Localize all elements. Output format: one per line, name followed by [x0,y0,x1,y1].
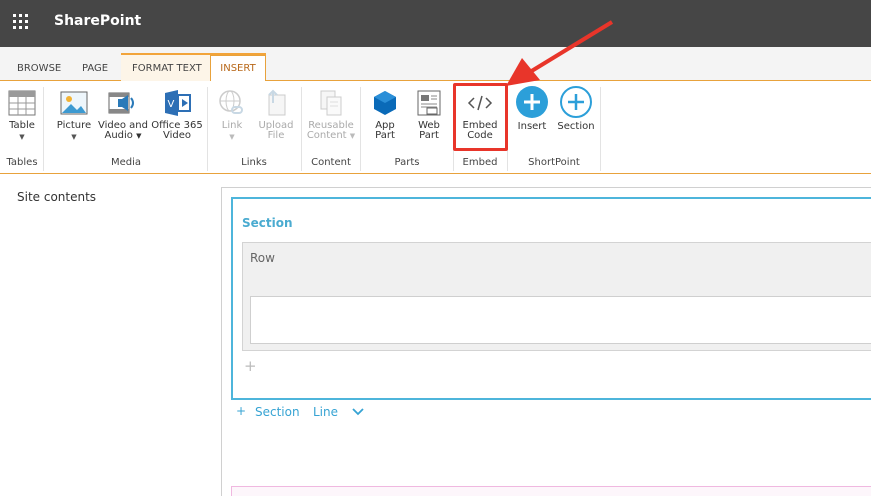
section-title: Section [242,216,293,230]
table-button[interactable]: Table ▼ [6,89,38,142]
chevron-down-icon: ▼ [19,133,25,141]
link-label: Link [221,120,243,131]
add-line-link[interactable]: Line [313,405,338,419]
shortpoint-column-dropzone[interactable] [250,296,871,344]
chevron-down-icon: ▼ [71,133,77,141]
group-label-content: Content [311,157,351,168]
group-label-parts: Parts [394,157,420,168]
add-section-link[interactable]: Section [255,405,300,419]
app-part-button[interactable]: App Part [368,89,402,141]
video-audio-button[interactable]: Video and Audio ▼ [97,89,149,141]
video-audio-icon [108,92,134,114]
embed-code-highlight [453,83,508,151]
add-row-plus-icon[interactable]: + [244,357,257,375]
reusable-content-label-2: Content ▼ [306,131,356,141]
tab-page[interactable]: PAGE [82,61,108,81]
link-button[interactable]: Link ▼ [214,89,250,142]
ribbon-tab-row: BROWSE PAGE FORMAT TEXT [0,47,871,81]
picture-icon [60,91,88,115]
tab-browse[interactable]: BROWSE [17,61,61,81]
shortpoint-section-label: Section [557,121,595,132]
table-icon [8,90,36,116]
upload-file-label-2: File [267,130,285,141]
tab-format-text[interactable]: FORMAT TEXT [132,61,202,81]
web-part-label-2: Part [419,130,439,141]
group-divider [600,87,601,171]
next-section-edge [231,486,871,496]
tab-insert[interactable]: INSERT [210,55,266,82]
chevron-down-icon: ▼ [229,133,235,141]
shortpoint-insert-label: Insert [517,121,547,132]
chevron-down-icon: ▼ [349,132,356,140]
video-audio-label-2-text: Audio [104,130,133,141]
web-part-button[interactable]: Web Part [412,89,446,141]
plus-circle-filled-icon [516,86,548,118]
shortpoint-section-button[interactable]: Section [556,86,596,132]
upload-file-icon [268,89,286,116]
reusable-content-label-2-text: Content [306,130,347,141]
link-icon [219,90,243,114]
site-contents-link[interactable]: Site contents [17,190,96,204]
svg-text:V: V [168,99,175,110]
chevron-down-icon: ▼ [136,132,142,140]
picture-label: Picture [56,120,92,131]
group-label-tables: Tables [6,157,38,168]
picture-button[interactable]: Picture ▼ [54,89,94,142]
ribbon: Table ▼ Tables Picture ▼ Video and Audio… [0,81,871,174]
reusable-content-button[interactable]: Reusable Content ▼ [306,89,356,141]
group-label-embed: Embed [462,157,498,168]
shortpoint-insert-button[interactable]: Insert [514,86,550,132]
group-label-media: Media [110,157,142,168]
table-label: Table [9,120,35,131]
group-divider [43,87,44,171]
app-part-label-2: Part [375,130,395,141]
web-part-icon [417,90,441,116]
annotation-arrow-icon [506,20,614,86]
office365-video-label-2: Video [162,130,192,141]
reusable-content-icon [320,90,342,116]
add-section-plus-icon[interactable]: + [236,404,246,418]
group-label-links: Links [241,157,267,168]
plus-circle-outline-icon [560,86,592,118]
app-title[interactable]: SharePoint [54,13,141,29]
office365-video-icon: V [165,90,191,116]
row-title: Row [250,251,275,265]
app-part-icon [374,91,396,115]
suite-bar: SharePoint [0,0,871,47]
video-audio-label-2: Audio ▼ [97,131,149,141]
upload-file-button[interactable]: Upload File [256,89,296,141]
waffle-icon[interactable] [13,14,29,30]
office365-video-button[interactable]: V Office 365 Video [151,89,203,141]
group-label-shortpoint: ShortPoint [528,157,580,168]
chevron-down-icon[interactable] [351,407,365,417]
